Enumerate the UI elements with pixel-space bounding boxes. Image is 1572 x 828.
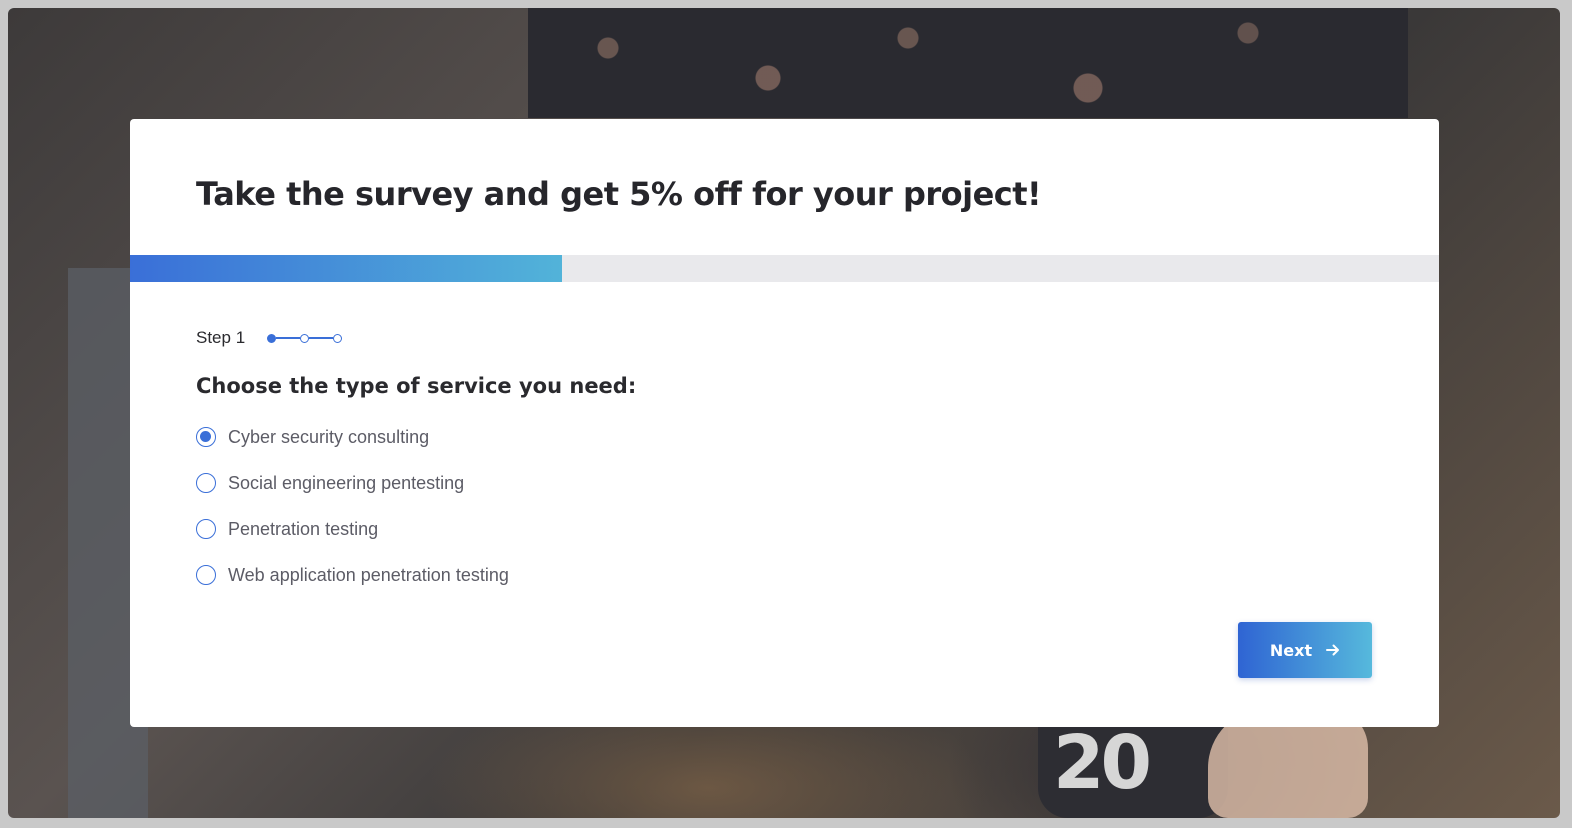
option-label: Web application penetration testing [228,564,509,585]
radio-button[interactable] [196,427,216,447]
survey-title: Take the survey and get 5% off for your … [196,175,1042,213]
option-item[interactable]: Penetration testing [196,517,509,541]
option-label: Social engineering pentesting [228,472,465,493]
survey-card: Take the survey and get 5% off for your … [130,119,1439,727]
option-label: Cyber security consulting [228,426,430,447]
option-label: Penetration testing [228,518,379,539]
radio-button[interactable] [196,565,216,585]
stepper-connector [276,337,301,339]
option-item[interactable]: Social engineering pentesting [196,471,509,495]
next-button[interactable]: Next [1238,622,1372,678]
step-indicator: Step 1 [196,327,343,349]
stepper-connector [309,337,334,339]
background-mug-text: 20 [1053,720,1152,806]
next-button-label: Next [1269,640,1313,660]
progress-bar [130,255,1439,282]
radio-button[interactable] [196,473,216,493]
radio-button[interactable] [196,519,216,539]
options-list: Cyber security consulting Social engineer… [196,425,509,609]
progress-bar-fill [130,255,562,282]
stepper-dot-3 [333,333,343,343]
option-item[interactable]: Web application penetration testing [196,563,509,587]
step-label: Step 1 [196,328,246,347]
arrow-right-icon [1326,644,1340,656]
stepper-dot-2 [300,333,310,343]
background-shirt [528,8,1408,118]
option-item[interactable]: Cyber security consulting [196,425,509,449]
background-photo: 20 Take the survey and get 5% off for yo… [8,8,1560,818]
question-text: Choose the type of service you need: [196,374,637,398]
stepper-dot-1 [267,333,277,343]
stepper [267,333,343,343]
